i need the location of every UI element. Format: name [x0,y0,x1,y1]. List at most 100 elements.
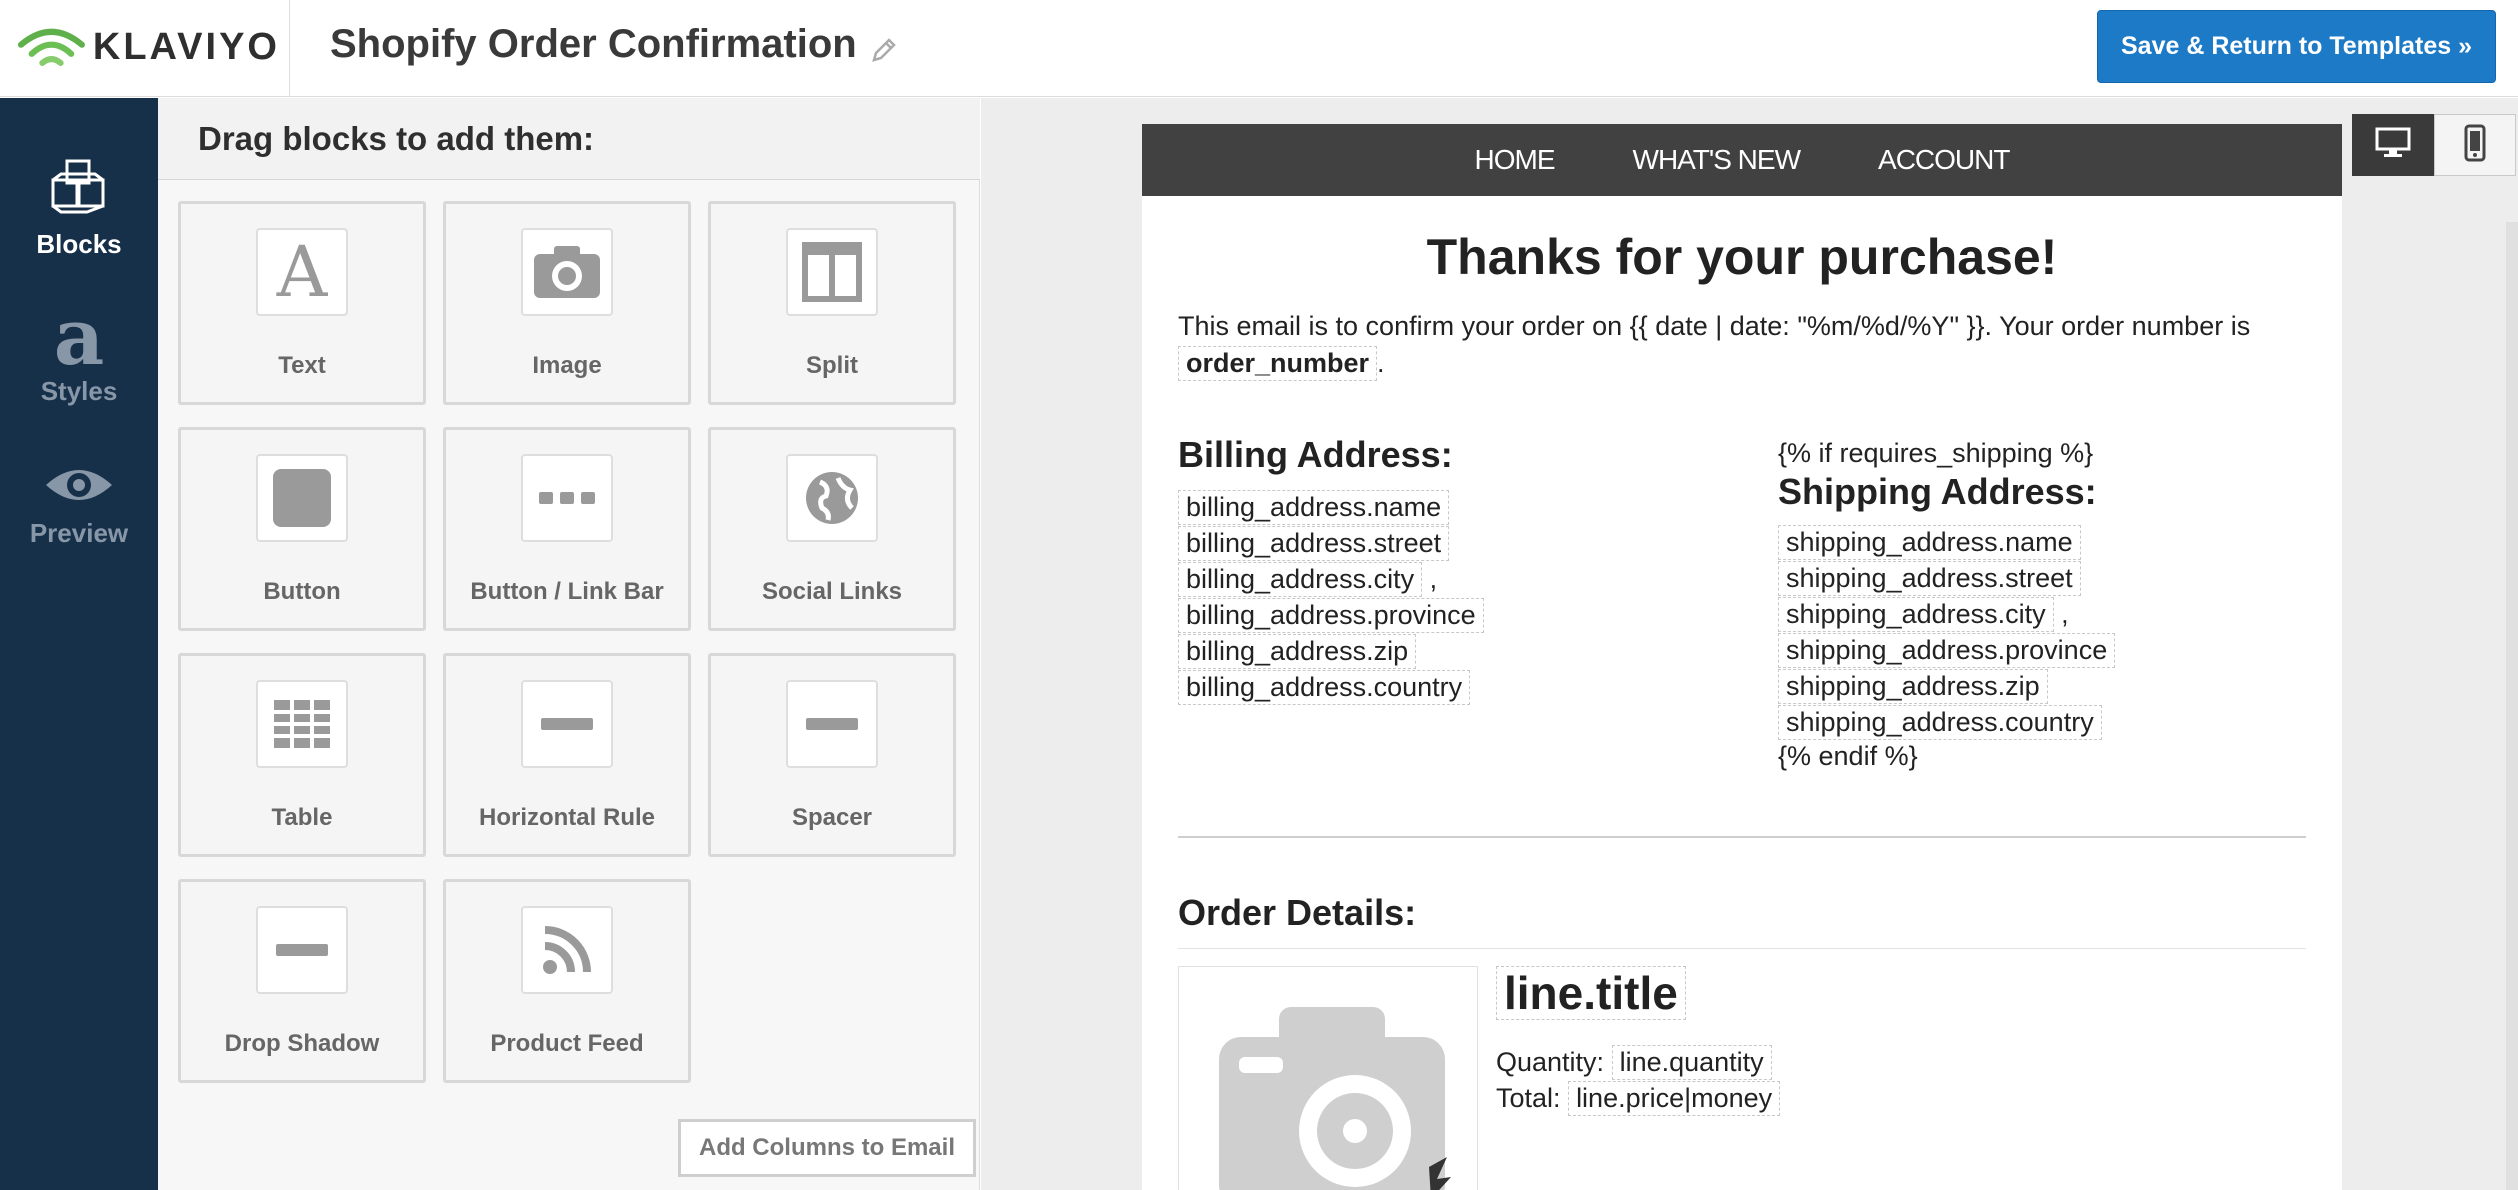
billing-country-variable: billing_address.country [1178,670,1471,705]
block-tile-link-bar[interactable]: Button / Link Bar [443,427,691,631]
blocks-panel: Drag blocks to add them: A Text Image Sp… [158,98,980,1190]
block-tile-label: Product Feed [490,1030,644,1057]
block-tile-label: Split [806,352,858,379]
desktop-view-button[interactable] [2352,114,2434,176]
panel-heading: Drag blocks to add them: [198,120,595,157]
shipping-street-variable: shipping_address.street [1778,561,2081,596]
text-icon: A [256,228,348,316]
block-tile-image[interactable]: Image [443,201,691,405]
device-toggle [2352,114,2518,176]
email-intro[interactable]: This email is to confirm your order on {… [1178,308,2318,382]
template-title[interactable]: Shopify Order Confirmation [330,22,899,67]
intro-suffix: . [1377,348,1385,378]
shipping-city-suffix: , [2053,599,2069,629]
mobile-icon [2464,124,2486,167]
sidebar-item-blocks[interactable]: Blocks [0,158,158,260]
block-tile-label: Table [271,804,333,831]
block-tile-drop-shadow[interactable]: Drop Shadow [178,879,426,1083]
sidebar-item-preview[interactable]: Preview [0,463,158,549]
block-tile-label: Spacer [791,804,873,831]
camera-icon [521,228,613,316]
sidebar-item-styles[interactable]: a Styles [0,299,158,407]
blocks-icon [47,158,111,223]
shipping-country-variable: shipping_address.country [1778,705,2102,740]
block-tile-text[interactable]: A Text [178,201,426,405]
intro-text: This email is to confirm your order on {… [1178,311,2251,341]
shipping-address-block[interactable]: {% if requires_shipping %} Shipping Addr… [1778,438,2338,772]
sidebar-item-label: Styles [40,376,118,406]
shipping-city-variable: shipping_address.city [1778,597,2054,632]
drop-shadow-icon [256,906,348,994]
wifi-logo-icon [18,28,85,67]
block-tile-label: Text [278,352,326,379]
panel-header: Drag blocks to add them: [158,98,980,180]
section-divider [1178,836,2306,838]
block-tile-product-feed[interactable]: Product Feed [443,879,691,1083]
template-title-text: Shopify Order Confirmation [330,22,857,66]
email-title: Thanks for your purchase! [1426,229,2058,285]
add-columns-button[interactable]: Add Columns to Email [678,1119,976,1177]
shipping-endif-tag: {% endif %} [1778,741,1918,771]
order-number-variable: order_number [1178,346,1378,381]
billing-city-suffix: , [1422,564,1438,594]
email-nav-whats-new[interactable]: WHAT'S NEW [1633,144,1801,176]
shipping-province-variable: shipping_address.province [1778,633,2116,668]
sidebar-item-label: Blocks [36,229,122,259]
total-label: Total: [1496,1083,1561,1113]
brand-name: KLAVIYO [92,25,280,68]
billing-city-variable: billing_address.city [1178,562,1423,597]
save-return-button[interactable]: Save & Return to Templates » [2097,10,2496,83]
globe-icon [786,454,878,542]
block-tile-horizontal-rule[interactable]: Horizontal Rule [443,653,691,857]
order-details-heading: Order Details: [1178,892,1417,933]
shipping-heading: Shipping Address: [1778,471,2097,512]
scrollbar[interactable] [2506,222,2518,1190]
top-bar: KLAVIYO Shopify Order Confirmation Save … [0,0,2518,97]
billing-heading: Billing Address: [1178,434,1453,475]
shipping-zip-variable: shipping_address.zip [1778,669,2048,704]
split-icon [786,228,878,316]
billing-address-block[interactable]: Billing Address: billing_address.name bi… [1178,434,1738,706]
desktop-icon [2375,127,2411,164]
camera-placeholder-icon [1219,1007,1451,1190]
eye-icon [44,463,114,512]
button-icon [256,454,348,542]
shipping-if-tag: {% if requires_shipping %} [1778,438,2094,468]
block-tile-split[interactable]: Split [708,201,956,405]
spacer-icon [786,680,878,768]
quantity-label: Quantity: [1496,1047,1605,1077]
shipping-name-variable: shipping_address.name [1778,525,2081,560]
billing-street-variable: billing_address.street [1178,526,1450,561]
block-tile-spacer[interactable]: Spacer [708,653,956,857]
horizontal-rule-icon [521,680,613,768]
block-tile-label: Drop Shadow [224,1030,380,1057]
block-tile-label: Horizontal Rule [478,804,655,831]
klaviyo-logo[interactable]: KLAVIYO [18,14,280,80]
billing-name-variable: billing_address.name [1178,490,1450,525]
block-tile-social-links[interactable]: Social Links [708,427,956,631]
sidebar-item-label: Preview [29,518,129,548]
block-tile-label: Image [532,352,602,379]
left-sidebar: Blocks a Styles Preview [0,98,158,1190]
block-tile-label: Social Links [761,578,903,605]
block-tile-table[interactable]: Table [178,653,426,857]
block-tile-button[interactable]: Button [178,427,426,631]
rss-icon [521,906,613,994]
line-title-variable: line.title [1496,966,1686,1020]
quantity-variable: line.quantity [1611,1045,1772,1080]
billing-zip-variable: billing_address.zip [1178,634,1417,669]
email-nav-bar: HOME WHAT'S NEW ACCOUNT [1142,124,2342,196]
line-title[interactable]: line.title [1496,966,1686,1020]
pencil-icon[interactable] [869,30,899,62]
header-divider [289,0,290,97]
email-preview: HOME WHAT'S NEW ACCOUNT Thanks for your … [1142,124,2342,1190]
total-variable: line.price|money [1568,1081,1781,1116]
email-nav-home[interactable]: HOME [1475,144,1556,176]
mobile-view-button[interactable] [2434,114,2516,176]
order-details-rule [1178,948,2306,949]
product-image-placeholder[interactable] [1178,966,1478,1190]
block-tile-label: Button [263,578,341,605]
line-details[interactable]: Quantity: line.quantity Total: line.pric… [1496,1044,1781,1116]
email-nav-account[interactable]: ACCOUNT [1878,144,2010,176]
link-bar-icon [521,454,613,542]
